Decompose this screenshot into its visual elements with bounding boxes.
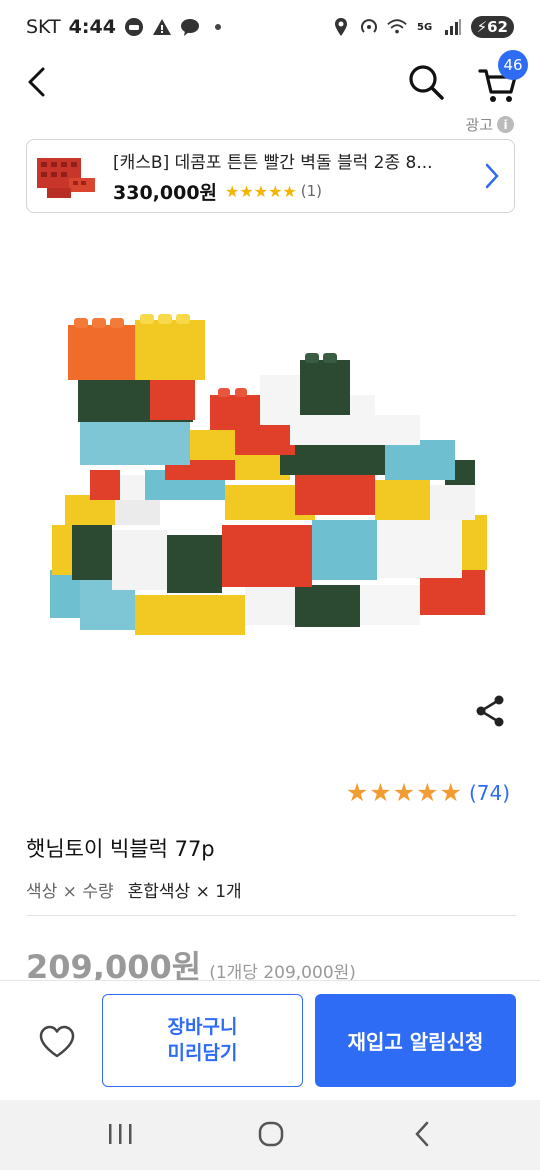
- warning-icon: [152, 17, 172, 37]
- ad-label-text: 광고: [465, 116, 493, 134]
- product-rating[interactable]: ★★★★★ (74): [346, 778, 510, 807]
- search-button[interactable]: [404, 60, 448, 104]
- 5g-icon: 5G: [416, 21, 433, 33]
- heart-icon: [39, 1025, 75, 1058]
- share-button[interactable]: [474, 694, 506, 728]
- location-icon: [331, 17, 351, 37]
- restock-alert-button[interactable]: 재입고 알림신청: [315, 994, 516, 1087]
- ad-banner[interactable]: [캐스B] 데콤포 튼튼 빨간 벽돌 블럭 2종 8... 330,000원 ★…: [26, 139, 515, 213]
- system-nav-bar: [0, 1100, 540, 1170]
- divider: [26, 915, 516, 916]
- ad-review-count: (1): [300, 182, 322, 200]
- cart-count-badge: 46: [498, 50, 528, 80]
- option-label: 색상 × 수량: [26, 882, 114, 902]
- home-button[interactable]: [249, 1114, 293, 1154]
- talk-icon: [180, 17, 200, 37]
- wishlist-button[interactable]: [30, 1017, 84, 1067]
- system-back-icon: [415, 1121, 429, 1147]
- back-arrow-icon: [28, 67, 45, 97]
- battery-icon: ⚡ 62: [470, 16, 514, 38]
- rating-stars: ★★★★★: [345, 778, 463, 807]
- add-to-cart-line1: 장바구니: [167, 1015, 238, 1038]
- bottom-action-bar: 장바구니 미리담기 재입고 알림신청: [0, 980, 540, 1100]
- clock: 4:44: [68, 16, 116, 38]
- system-back-button[interactable]: [400, 1114, 444, 1154]
- wifi-icon: [386, 17, 407, 37]
- info-icon: i: [497, 116, 514, 133]
- option-row: 색상 × 수량 혼합색상 × 1개: [26, 877, 242, 902]
- dot-icon: [208, 17, 228, 37]
- ad-thumbnail: [33, 148, 99, 204]
- signal-icon: [443, 17, 463, 37]
- cart-button[interactable]: 46: [474, 50, 528, 106]
- product-image[interactable]: [40, 300, 500, 660]
- ad-price: 330,000원: [113, 181, 218, 204]
- add-to-cart-button[interactable]: 장바구니 미리담기: [102, 994, 303, 1087]
- hotspot-icon: [359, 17, 379, 37]
- status-bar: SKT 4:44 5G ⚡ 62: [0, 0, 540, 54]
- home-icon: [258, 1121, 284, 1147]
- review-count-link[interactable]: (74): [469, 781, 510, 805]
- ad-title: [캐스B] 데콤포 튼튼 빨간 벽돌 블럭 2종 8...: [113, 152, 433, 173]
- ad-label[interactable]: 광고 i: [465, 114, 514, 135]
- back-button[interactable]: [18, 60, 54, 104]
- search-icon: [409, 65, 444, 100]
- recent-apps-button[interactable]: [98, 1114, 142, 1154]
- top-header: 46: [0, 50, 540, 110]
- ad-rating-stars: ★★★★★: [225, 181, 297, 201]
- chevron-right-icon: [482, 163, 502, 189]
- product-title: 햇님토이 빅블럭 77p: [26, 837, 215, 861]
- option-value: 혼합색상 × 1개: [127, 882, 242, 902]
- recent-apps-icon: [109, 1124, 132, 1144]
- add-to-cart-line2: 미리담기: [167, 1041, 238, 1064]
- share-icon: [476, 695, 504, 727]
- carrier-label: SKT: [26, 16, 61, 38]
- car-icon: [124, 17, 144, 37]
- battery-level: 62: [487, 18, 508, 36]
